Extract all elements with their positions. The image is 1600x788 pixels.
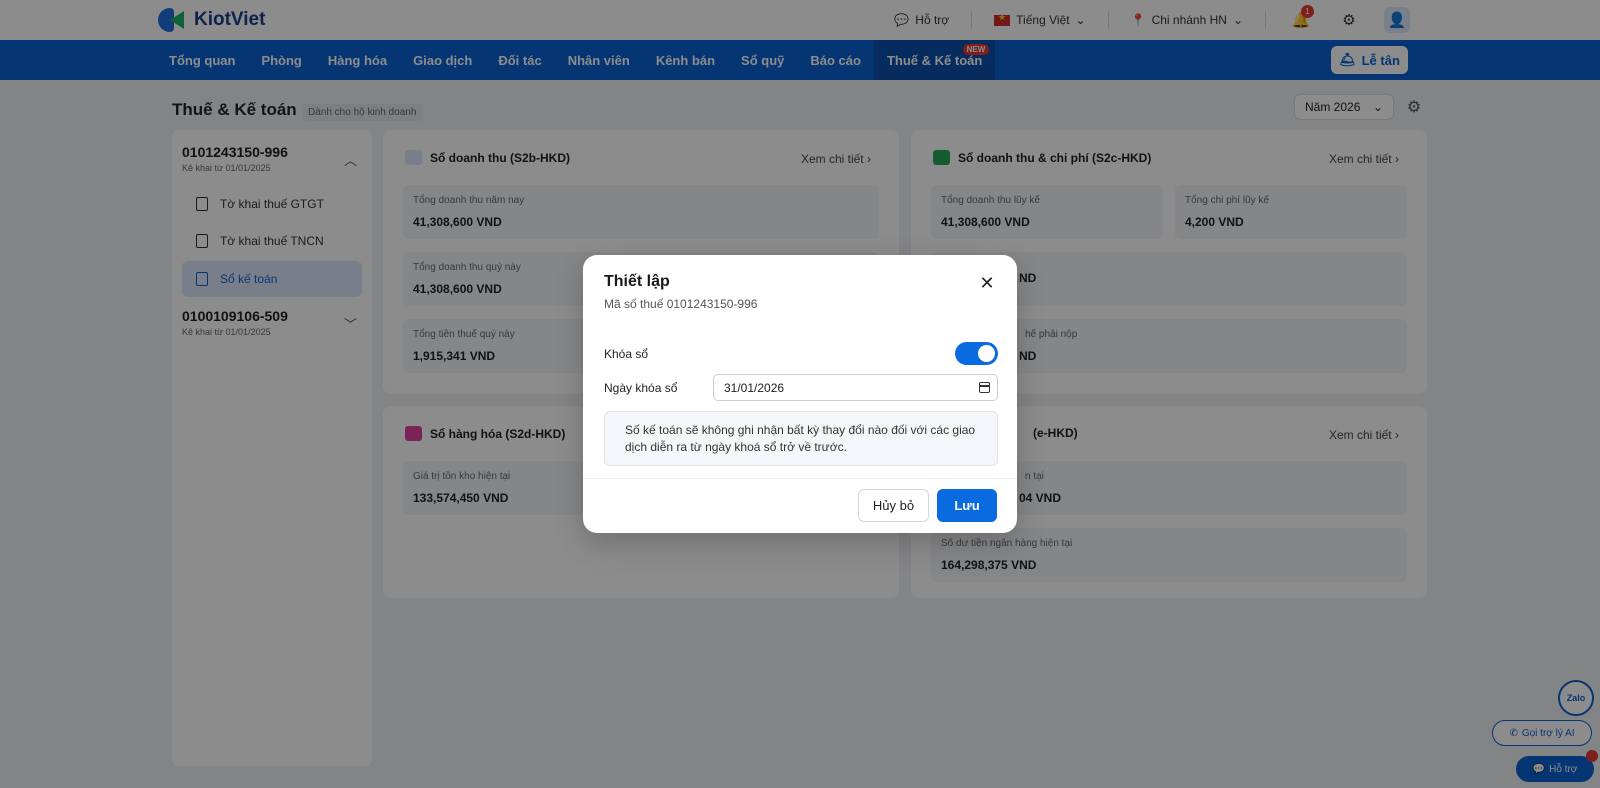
- dialog-tax-code: Mã số thuế 0101243150-996: [604, 297, 758, 311]
- settings-dialog: Thiết lập Mã số thuế 0101243150-996 ✕ Kh…: [583, 255, 1017, 533]
- close-icon[interactable]: ✕: [976, 272, 998, 294]
- cancel-button[interactable]: Hủy bỏ: [858, 489, 929, 522]
- dialog-title: Thiết lập: [604, 273, 670, 290]
- save-button[interactable]: Lưu: [937, 489, 997, 522]
- toggle-knob: [978, 345, 995, 362]
- divider: [583, 478, 1017, 479]
- lock-date-label: Ngày khóa sổ: [604, 381, 678, 395]
- lock-label: Khóa sổ: [604, 347, 649, 361]
- lock-date-input[interactable]: [713, 374, 998, 401]
- calendar-icon[interactable]: [979, 382, 990, 393]
- lock-toggle[interactable]: [955, 342, 998, 365]
- lock-info-note: Số kế toán sẽ không ghi nhận bất kỳ thay…: [604, 411, 998, 466]
